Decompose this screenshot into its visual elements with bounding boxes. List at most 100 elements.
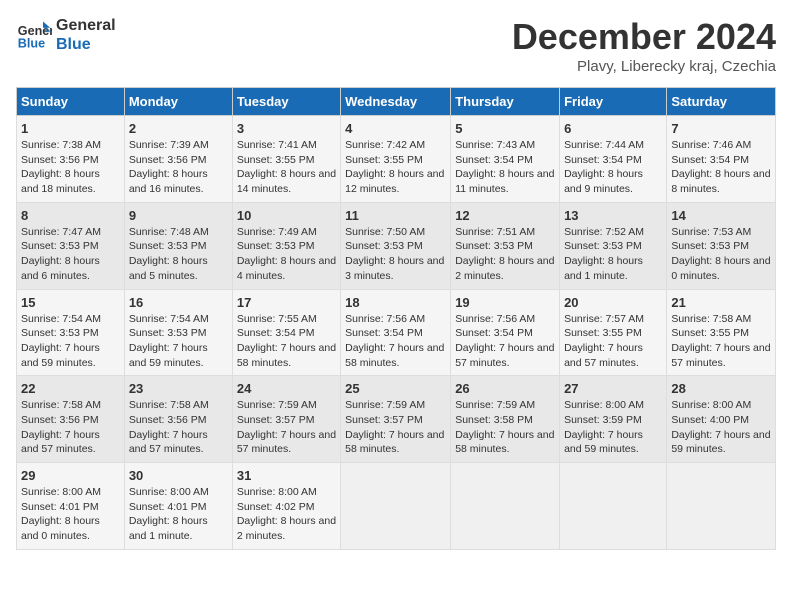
- sunset-text: Sunset: 3:57 PM: [345, 413, 446, 428]
- daylight-text: Daylight: 7 hours and 57 minutes.: [671, 341, 771, 370]
- calendar-cell: 25 Sunrise: 7:59 AM Sunset: 3:57 PM Dayl…: [341, 376, 451, 463]
- column-header-monday: Monday: [124, 88, 232, 116]
- calendar-cell: 4 Sunrise: 7:42 AM Sunset: 3:55 PM Dayli…: [341, 116, 451, 203]
- calendar-cell: 17 Sunrise: 7:55 AM Sunset: 3:54 PM Dayl…: [232, 289, 340, 376]
- day-detail: Sunrise: 7:47 AM Sunset: 3:53 PM Dayligh…: [21, 225, 120, 284]
- daylight-text: Daylight: 8 hours and 2 minutes.: [237, 514, 336, 543]
- day-number: 28: [671, 381, 771, 396]
- day-detail: Sunrise: 7:54 AM Sunset: 3:53 PM Dayligh…: [129, 312, 228, 371]
- sunset-text: Sunset: 4:01 PM: [21, 500, 120, 515]
- svg-text:Blue: Blue: [18, 37, 45, 51]
- sunrise-text: Sunrise: 8:00 AM: [564, 398, 662, 413]
- calendar-cell: [341, 463, 451, 550]
- day-number: 20: [564, 295, 662, 310]
- sunrise-text: Sunrise: 8:00 AM: [237, 485, 336, 500]
- day-detail: Sunrise: 7:53 AM Sunset: 3:53 PM Dayligh…: [671, 225, 771, 284]
- sunset-text: Sunset: 3:53 PM: [21, 239, 120, 254]
- day-detail: Sunrise: 7:52 AM Sunset: 3:53 PM Dayligh…: [564, 225, 662, 284]
- sunset-text: Sunset: 3:53 PM: [455, 239, 555, 254]
- sunrise-text: Sunrise: 7:59 AM: [455, 398, 555, 413]
- calendar-cell: [667, 463, 776, 550]
- calendar-cell: 28 Sunrise: 8:00 AM Sunset: 4:00 PM Dayl…: [667, 376, 776, 463]
- calendar-body: 1 Sunrise: 7:38 AM Sunset: 3:56 PM Dayli…: [17, 116, 776, 550]
- sunset-text: Sunset: 3:53 PM: [129, 239, 228, 254]
- daylight-text: Daylight: 8 hours and 18 minutes.: [21, 167, 120, 196]
- sunrise-text: Sunrise: 7:39 AM: [129, 138, 228, 153]
- sunrise-text: Sunrise: 7:47 AM: [21, 225, 120, 240]
- calendar-cell: 19 Sunrise: 7:56 AM Sunset: 3:54 PM Dayl…: [451, 289, 560, 376]
- day-number: 22: [21, 381, 120, 396]
- daylight-text: Daylight: 8 hours and 4 minutes.: [237, 254, 336, 283]
- sunset-text: Sunset: 3:56 PM: [21, 413, 120, 428]
- day-detail: Sunrise: 7:49 AM Sunset: 3:53 PM Dayligh…: [237, 225, 336, 284]
- sunrise-text: Sunrise: 7:41 AM: [237, 138, 336, 153]
- sunrise-text: Sunrise: 7:48 AM: [129, 225, 228, 240]
- calendar-cell: 31 Sunrise: 8:00 AM Sunset: 4:02 PM Dayl…: [232, 463, 340, 550]
- calendar-cell: 12 Sunrise: 7:51 AM Sunset: 3:53 PM Dayl…: [451, 202, 560, 289]
- day-detail: Sunrise: 7:54 AM Sunset: 3:53 PM Dayligh…: [21, 312, 120, 371]
- subtitle: Plavy, Liberecky kraj, Czechia: [512, 58, 776, 75]
- day-number: 14: [671, 208, 771, 223]
- day-number: 12: [455, 208, 555, 223]
- column-header-saturday: Saturday: [667, 88, 776, 116]
- daylight-text: Daylight: 8 hours and 14 minutes.: [237, 167, 336, 196]
- calendar-cell: 2 Sunrise: 7:39 AM Sunset: 3:56 PM Dayli…: [124, 116, 232, 203]
- calendar-cell: 5 Sunrise: 7:43 AM Sunset: 3:54 PM Dayli…: [451, 116, 560, 203]
- day-detail: Sunrise: 7:58 AM Sunset: 3:55 PM Dayligh…: [671, 312, 771, 371]
- daylight-text: Daylight: 7 hours and 57 minutes.: [237, 428, 336, 457]
- day-number: 6: [564, 121, 662, 136]
- calendar-cell: 15 Sunrise: 7:54 AM Sunset: 3:53 PM Dayl…: [17, 289, 125, 376]
- calendar-cell: 20 Sunrise: 7:57 AM Sunset: 3:55 PM Dayl…: [560, 289, 667, 376]
- sunset-text: Sunset: 3:54 PM: [345, 326, 446, 341]
- sunset-text: Sunset: 3:56 PM: [21, 153, 120, 168]
- sunrise-text: Sunrise: 7:56 AM: [345, 312, 446, 327]
- sunset-text: Sunset: 3:53 PM: [237, 239, 336, 254]
- daylight-text: Daylight: 8 hours and 1 minute.: [564, 254, 662, 283]
- calendar-week-4: 22 Sunrise: 7:58 AM Sunset: 3:56 PM Dayl…: [17, 376, 776, 463]
- day-detail: Sunrise: 7:48 AM Sunset: 3:53 PM Dayligh…: [129, 225, 228, 284]
- day-detail: Sunrise: 7:58 AM Sunset: 3:56 PM Dayligh…: [129, 398, 228, 457]
- sunrise-text: Sunrise: 7:42 AM: [345, 138, 446, 153]
- calendar-week-5: 29 Sunrise: 8:00 AM Sunset: 4:01 PM Dayl…: [17, 463, 776, 550]
- daylight-text: Daylight: 7 hours and 59 minutes.: [21, 341, 120, 370]
- daylight-text: Daylight: 7 hours and 57 minutes.: [129, 428, 228, 457]
- sunset-text: Sunset: 3:55 PM: [671, 326, 771, 341]
- calendar-cell: 21 Sunrise: 7:58 AM Sunset: 3:55 PM Dayl…: [667, 289, 776, 376]
- calendar-cell: 14 Sunrise: 7:53 AM Sunset: 3:53 PM Dayl…: [667, 202, 776, 289]
- day-number: 5: [455, 121, 555, 136]
- day-detail: Sunrise: 7:43 AM Sunset: 3:54 PM Dayligh…: [455, 138, 555, 197]
- daylight-text: Daylight: 8 hours and 0 minutes.: [671, 254, 771, 283]
- calendar-cell: 13 Sunrise: 7:52 AM Sunset: 3:53 PM Dayl…: [560, 202, 667, 289]
- calendar-week-1: 1 Sunrise: 7:38 AM Sunset: 3:56 PM Dayli…: [17, 116, 776, 203]
- sunrise-text: Sunrise: 8:00 AM: [129, 485, 228, 500]
- calendar-cell: 6 Sunrise: 7:44 AM Sunset: 3:54 PM Dayli…: [560, 116, 667, 203]
- day-detail: Sunrise: 7:46 AM Sunset: 3:54 PM Dayligh…: [671, 138, 771, 197]
- daylight-text: Daylight: 8 hours and 1 minute.: [129, 514, 228, 543]
- day-number: 4: [345, 121, 446, 136]
- page-header: General Blue General Blue December 2024 …: [16, 16, 776, 75]
- day-detail: Sunrise: 7:56 AM Sunset: 3:54 PM Dayligh…: [345, 312, 446, 371]
- day-number: 7: [671, 121, 771, 136]
- calendar-week-2: 8 Sunrise: 7:47 AM Sunset: 3:53 PM Dayli…: [17, 202, 776, 289]
- daylight-text: Daylight: 7 hours and 57 minutes.: [21, 428, 120, 457]
- day-number: 23: [129, 381, 228, 396]
- day-number: 26: [455, 381, 555, 396]
- sunrise-text: Sunrise: 7:53 AM: [671, 225, 771, 240]
- calendar-cell: 30 Sunrise: 8:00 AM Sunset: 4:01 PM Dayl…: [124, 463, 232, 550]
- day-detail: Sunrise: 7:42 AM Sunset: 3:55 PM Dayligh…: [345, 138, 446, 197]
- column-header-wednesday: Wednesday: [341, 88, 451, 116]
- logo-icon: General Blue: [16, 17, 52, 53]
- sunrise-text: Sunrise: 7:38 AM: [21, 138, 120, 153]
- sunset-text: Sunset: 3:56 PM: [129, 153, 228, 168]
- sunset-text: Sunset: 3:55 PM: [237, 153, 336, 168]
- column-header-thursday: Thursday: [451, 88, 560, 116]
- daylight-text: Daylight: 8 hours and 3 minutes.: [345, 254, 446, 283]
- day-number: 29: [21, 468, 120, 483]
- daylight-text: Daylight: 8 hours and 16 minutes.: [129, 167, 228, 196]
- calendar-cell: 1 Sunrise: 7:38 AM Sunset: 3:56 PM Dayli…: [17, 116, 125, 203]
- calendar-cell: 9 Sunrise: 7:48 AM Sunset: 3:53 PM Dayli…: [124, 202, 232, 289]
- calendar-cell: 29 Sunrise: 8:00 AM Sunset: 4:01 PM Dayl…: [17, 463, 125, 550]
- day-number: 9: [129, 208, 228, 223]
- day-number: 3: [237, 121, 336, 136]
- daylight-text: Daylight: 8 hours and 5 minutes.: [129, 254, 228, 283]
